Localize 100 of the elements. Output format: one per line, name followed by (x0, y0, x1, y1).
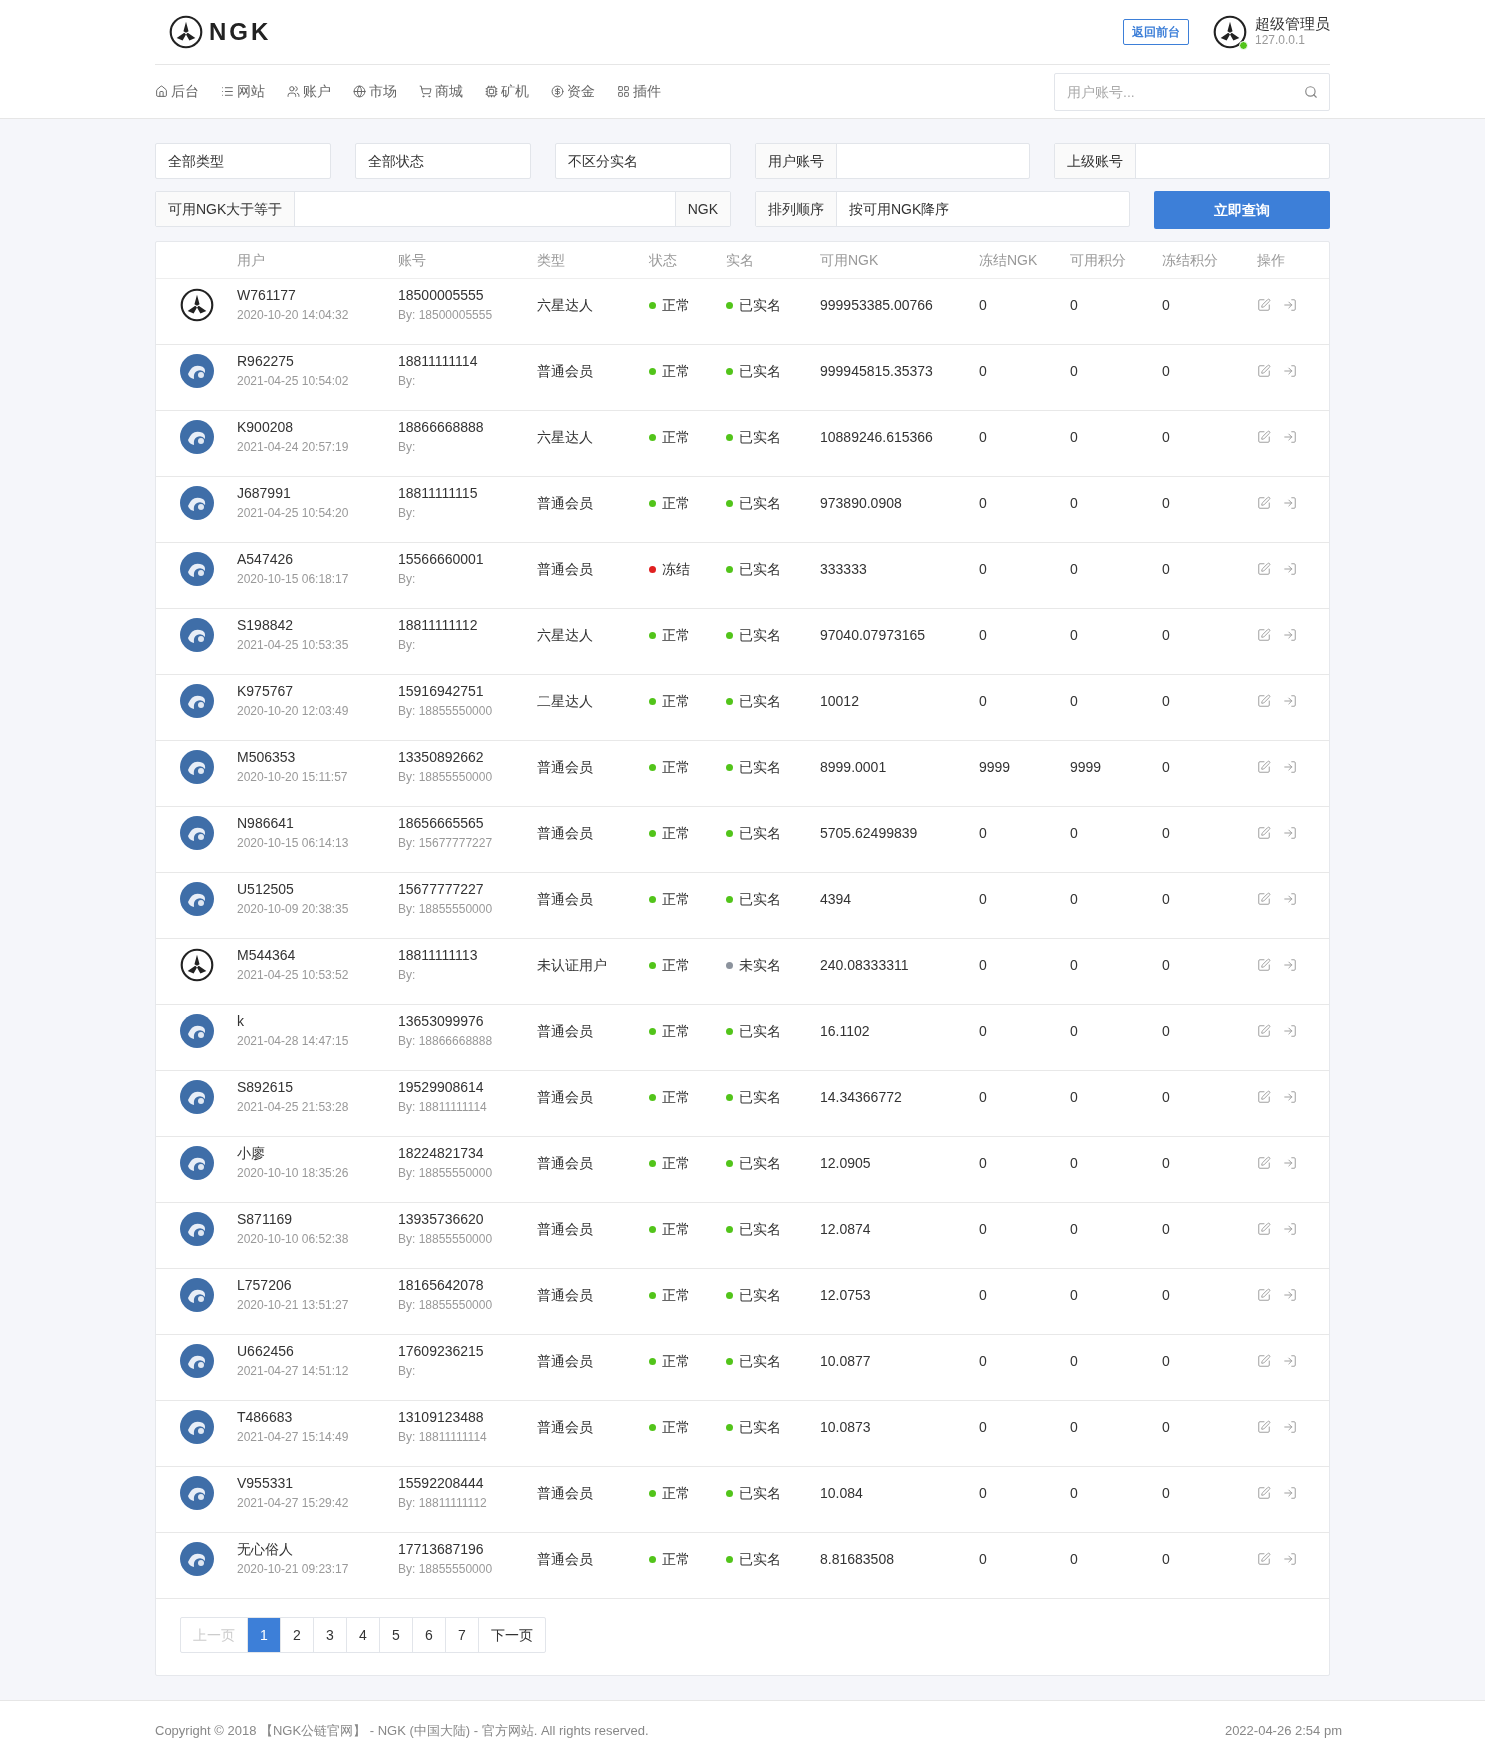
login-icon[interactable] (1283, 562, 1297, 577)
page-button[interactable]: 6 (412, 1618, 445, 1652)
account-number: 19529908614 (398, 1078, 485, 1098)
login-icon[interactable] (1283, 694, 1297, 709)
table-cell-text: 0 (1162, 1285, 1171, 1305)
realname-text: 已实名 (739, 295, 781, 315)
avatar-icon (179, 816, 214, 851)
nav-item[interactable]: 市场 (353, 81, 397, 102)
status-text: 正常 (662, 757, 690, 777)
frontend-button[interactable]: 返回前台 (1123, 19, 1189, 45)
login-icon[interactable] (1283, 958, 1297, 973)
login-icon[interactable] (1283, 1222, 1297, 1237)
avatar-icon (179, 354, 214, 389)
login-icon[interactable] (1283, 364, 1297, 379)
nav-item[interactable]: 矿机 (485, 81, 529, 102)
page-button[interactable]: 1 (247, 1618, 280, 1652)
register-time: 2021-04-27 15:14:49 (237, 1429, 350, 1447)
edit-icon[interactable] (1257, 1024, 1271, 1039)
account-number: 15592208444 (398, 1474, 485, 1494)
type-select[interactable]: 全部类型 (155, 143, 331, 179)
query-button[interactable]: 立即查询 (1154, 191, 1330, 229)
table-cell-text: 12.0874 (820, 1219, 872, 1239)
edit-icon[interactable] (1257, 892, 1271, 907)
table-cell-text: 普通会员 (537, 1153, 594, 1173)
realname-select[interactable]: 不区分实名 (555, 143, 731, 179)
edit-icon[interactable] (1257, 760, 1271, 775)
table-cell-text: 0 (1162, 1351, 1171, 1371)
login-icon[interactable] (1283, 628, 1297, 643)
cart-icon (419, 85, 432, 98)
login-icon[interactable] (1283, 298, 1297, 313)
page-button[interactable]: 7 (445, 1618, 478, 1652)
edit-icon[interactable] (1257, 1354, 1271, 1369)
edit-icon[interactable] (1257, 1156, 1271, 1171)
edit-icon[interactable] (1257, 1222, 1271, 1237)
account-number: 13653099976 (398, 1012, 485, 1032)
login-icon[interactable] (1283, 1354, 1297, 1369)
status-text: 正常 (662, 1021, 690, 1041)
login-icon[interactable] (1283, 1024, 1297, 1039)
next-page-button[interactable]: 下一页 (478, 1618, 545, 1652)
nav-item[interactable]: 账户 (287, 81, 331, 102)
login-icon[interactable] (1283, 496, 1297, 511)
edit-icon[interactable] (1257, 496, 1271, 511)
avatar-icon (179, 420, 214, 455)
login-icon[interactable] (1283, 430, 1297, 445)
edit-icon[interactable] (1257, 958, 1271, 973)
user-name: U512505 (237, 880, 295, 900)
avatar-icon (179, 1410, 214, 1445)
user-name: 小廖 (237, 1144, 266, 1164)
referrer: By: (398, 571, 417, 589)
status-select[interactable]: 全部状态 (355, 143, 531, 179)
user-name: K900208 (237, 418, 295, 438)
edit-icon[interactable] (1257, 1420, 1271, 1435)
edit-icon[interactable] (1257, 1090, 1271, 1105)
table-cell-text: 0 (979, 1021, 988, 1041)
search-field[interactable]: 用户账号... (1054, 72, 1330, 111)
table-cell-text: 10889246.615366 (820, 427, 934, 447)
users-icon (287, 85, 300, 98)
avatar-icon (179, 1476, 214, 1511)
nav-item[interactable]: 插件 (617, 81, 661, 102)
edit-icon[interactable] (1257, 1552, 1271, 1567)
login-icon[interactable] (1283, 1552, 1297, 1567)
nav-item[interactable]: 资金 (551, 81, 595, 102)
login-icon[interactable] (1283, 1156, 1297, 1171)
edit-icon[interactable] (1257, 430, 1271, 445)
table-cell-text: 0 (1162, 1417, 1171, 1437)
list-icon (221, 85, 234, 98)
page-button[interactable]: 5 (379, 1618, 412, 1652)
table-cell-text: 普通会员 (537, 1483, 594, 1503)
login-icon[interactable] (1283, 760, 1297, 775)
edit-icon[interactable] (1257, 826, 1271, 841)
edit-icon[interactable] (1257, 1288, 1271, 1303)
login-icon[interactable] (1283, 1288, 1297, 1303)
page-button[interactable]: 4 (346, 1618, 379, 1652)
login-icon[interactable] (1283, 1420, 1297, 1435)
nav-item[interactable]: 网站 (221, 81, 265, 102)
login-icon[interactable] (1283, 1090, 1297, 1105)
edit-icon[interactable] (1257, 364, 1271, 379)
user-name: N986641 (237, 814, 295, 834)
login-icon[interactable] (1283, 1486, 1297, 1501)
status-text: 正常 (662, 1549, 690, 1569)
avatar-icon (179, 618, 214, 653)
edit-icon[interactable] (1257, 694, 1271, 709)
realname-text: 已实名 (739, 625, 781, 645)
account-number: 13935736620 (398, 1210, 485, 1230)
column-header: 账号 (398, 250, 426, 270)
register-time: 2020-10-20 14:04:32 (237, 307, 350, 325)
edit-icon[interactable] (1257, 298, 1271, 313)
edit-icon[interactable] (1257, 562, 1271, 577)
login-icon[interactable] (1283, 826, 1297, 841)
login-icon[interactable] (1283, 892, 1297, 907)
edit-icon[interactable] (1257, 628, 1271, 643)
realname-text: 已实名 (739, 559, 781, 579)
nav-item[interactable]: 后台 (155, 81, 199, 102)
user-name: k (237, 1012, 245, 1032)
page-button[interactable]: 3 (313, 1618, 346, 1652)
user-name: S892615 (237, 1078, 295, 1098)
edit-icon[interactable] (1257, 1486, 1271, 1501)
referrer: By: (398, 505, 417, 523)
nav-item[interactable]: 商城 (419, 81, 463, 102)
page-button[interactable]: 2 (280, 1618, 313, 1652)
